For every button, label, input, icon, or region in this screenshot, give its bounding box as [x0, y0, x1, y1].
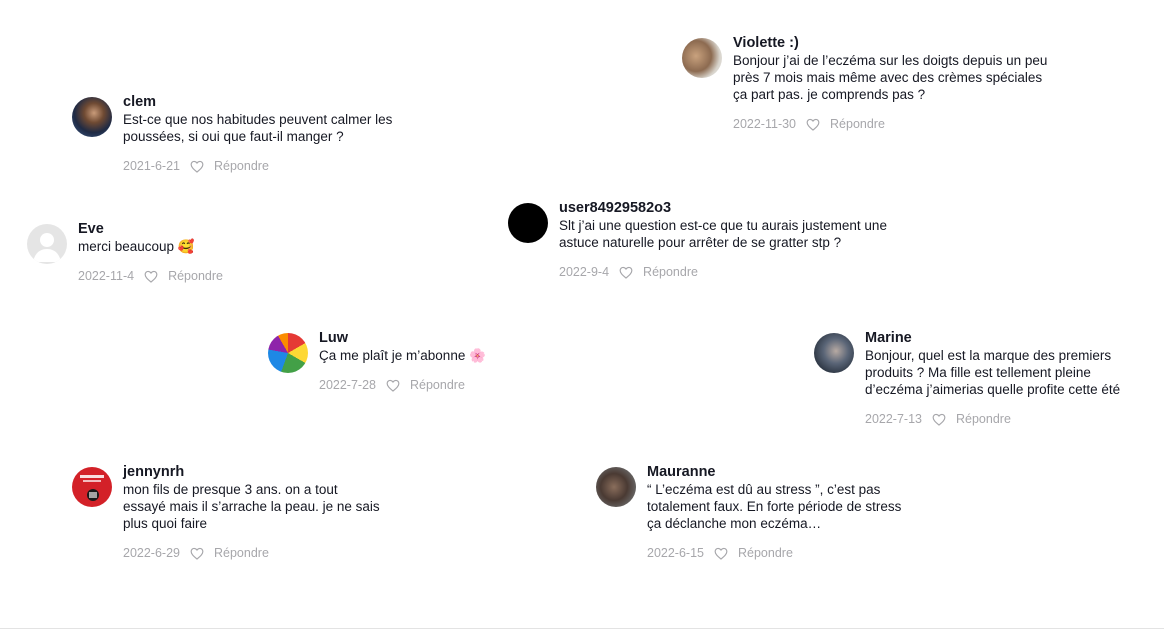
- reply-button[interactable]: Répondre: [738, 545, 793, 561]
- comment-body: clem Est-ce que nos habitudes peuvent ca…: [123, 93, 392, 174]
- comment-username[interactable]: Luw: [319, 329, 486, 347]
- comment-username[interactable]: user84929582o3: [559, 199, 887, 217]
- comment-username[interactable]: Eve: [78, 220, 223, 238]
- comment-violette: Violette :) Bonjour j’ai de l’eczéma sur…: [682, 34, 1047, 132]
- reply-button[interactable]: Répondre: [410, 377, 465, 393]
- avatar[interactable]: [596, 467, 636, 507]
- comment-user84929582o3: user84929582o3 Slt j’ai une question est…: [508, 199, 887, 280]
- avatar[interactable]: [508, 203, 548, 243]
- reply-button[interactable]: Répondre: [956, 411, 1011, 427]
- comment-eve: Eve merci beaucoup 🥰 2022-11-4 Répondre: [27, 220, 223, 284]
- comment-body: Eve merci beaucoup 🥰 2022-11-4 Répondre: [78, 220, 223, 284]
- comment-meta: 2022-7-28 Répondre: [319, 377, 486, 393]
- comment-meta: 2022-11-4 Répondre: [78, 268, 223, 284]
- comment-text: Slt j’ai une question est-ce que tu aura…: [559, 218, 887, 250]
- comment-date: 2022-11-4: [78, 269, 135, 283]
- comment-date: 2022-7-13: [865, 412, 922, 426]
- comment-body: user84929582o3 Slt j’ai une question est…: [559, 199, 887, 280]
- avatar[interactable]: [814, 333, 854, 373]
- comment-luw: Luw Ça me plaît je m’abonne 🌸 2022-7-28 …: [268, 329, 486, 393]
- comment-meta: 2022-7-13 Répondre: [865, 411, 1120, 427]
- comment-text: Ça me plaît je m’abonne 🌸: [319, 348, 486, 363]
- comment-date: 2021-6-21: [123, 159, 180, 173]
- avatar[interactable]: [72, 97, 112, 137]
- comment-text: merci beaucoup 🥰: [78, 239, 195, 254]
- comments-canvas: Violette :) Bonjour j’ai de l’eczéma sur…: [0, 0, 1164, 629]
- heart-outline-icon[interactable]: [619, 266, 633, 279]
- avatar[interactable]: [682, 38, 722, 78]
- heart-outline-icon[interactable]: [190, 547, 204, 560]
- comment-date: 2022-11-30: [733, 117, 797, 131]
- comment-username[interactable]: Mauranne: [647, 463, 901, 481]
- comment-text: “ L’eczéma est dû au stress ”, c’est pas…: [647, 482, 902, 531]
- comment-username[interactable]: Violette :): [733, 34, 1047, 52]
- heart-outline-icon[interactable]: [190, 160, 204, 173]
- comment-date: 2022-6-29: [123, 546, 180, 560]
- poster-graphic-icon: [80, 475, 104, 501]
- comment-username[interactable]: clem: [123, 93, 392, 111]
- reply-button[interactable]: Répondre: [214, 158, 269, 174]
- heart-outline-icon[interactable]: [714, 547, 728, 560]
- comment-body: Luw Ça me plaît je m’abonne 🌸 2022-7-28 …: [319, 329, 486, 393]
- comment-date: 2022-6-15: [647, 546, 704, 560]
- comment-body: jennynrh mon fils de presque 3 ans. on a…: [123, 463, 380, 561]
- default-user-avatar[interactable]: [27, 224, 67, 264]
- comment-body: Marine Bonjour, quel est la marque des p…: [865, 329, 1120, 427]
- user-silhouette-icon: [33, 233, 61, 262]
- globe-avatar[interactable]: [268, 333, 308, 373]
- comment-jennynrh: jennynrh mon fils de presque 3 ans. on a…: [72, 463, 380, 561]
- comment-text: Bonjour, quel est la marque des premiers…: [865, 348, 1121, 397]
- comment-meta: 2022-11-30 Répondre: [733, 116, 1047, 132]
- reply-button[interactable]: Répondre: [214, 545, 269, 561]
- comment-meta: 2021-6-21 Répondre: [123, 158, 392, 174]
- comment-text: mon fils de presque 3 ans. on a tout ess…: [123, 482, 380, 531]
- comment-text: Bonjour j’ai de l’eczéma sur les doigts …: [733, 53, 1048, 102]
- comment-body: Mauranne “ L’eczéma est dû au stress ”, …: [647, 463, 901, 561]
- comment-meta: 2022-6-15 Répondre: [647, 545, 901, 561]
- comment-username[interactable]: Marine: [865, 329, 1120, 347]
- comment-text: Est-ce que nos habitudes peuvent calmer …: [123, 112, 393, 144]
- comment-meta: 2022-9-4 Répondre: [559, 264, 887, 280]
- comment-meta: 2022-6-29 Répondre: [123, 545, 380, 561]
- heart-outline-icon[interactable]: [806, 118, 820, 131]
- comment-mauranne: Mauranne “ L’eczéma est dû au stress ”, …: [596, 463, 901, 561]
- heart-outline-icon[interactable]: [932, 413, 946, 426]
- heart-outline-icon[interactable]: [386, 379, 400, 392]
- heart-outline-icon[interactable]: [144, 270, 158, 283]
- comment-body: Violette :) Bonjour j’ai de l’eczéma sur…: [733, 34, 1047, 132]
- red-poster-avatar[interactable]: [72, 467, 112, 507]
- comment-username[interactable]: jennynrh: [123, 463, 380, 481]
- reply-button[interactable]: Répondre: [830, 116, 885, 132]
- comment-clem: clem Est-ce que nos habitudes peuvent ca…: [72, 93, 392, 174]
- comment-date: 2022-9-4: [559, 265, 610, 279]
- comment-date: 2022-7-28: [319, 378, 376, 392]
- reply-button[interactable]: Répondre: [168, 268, 223, 284]
- comment-marine: Marine Bonjour, quel est la marque des p…: [814, 329, 1120, 427]
- reply-button[interactable]: Répondre: [643, 264, 698, 280]
